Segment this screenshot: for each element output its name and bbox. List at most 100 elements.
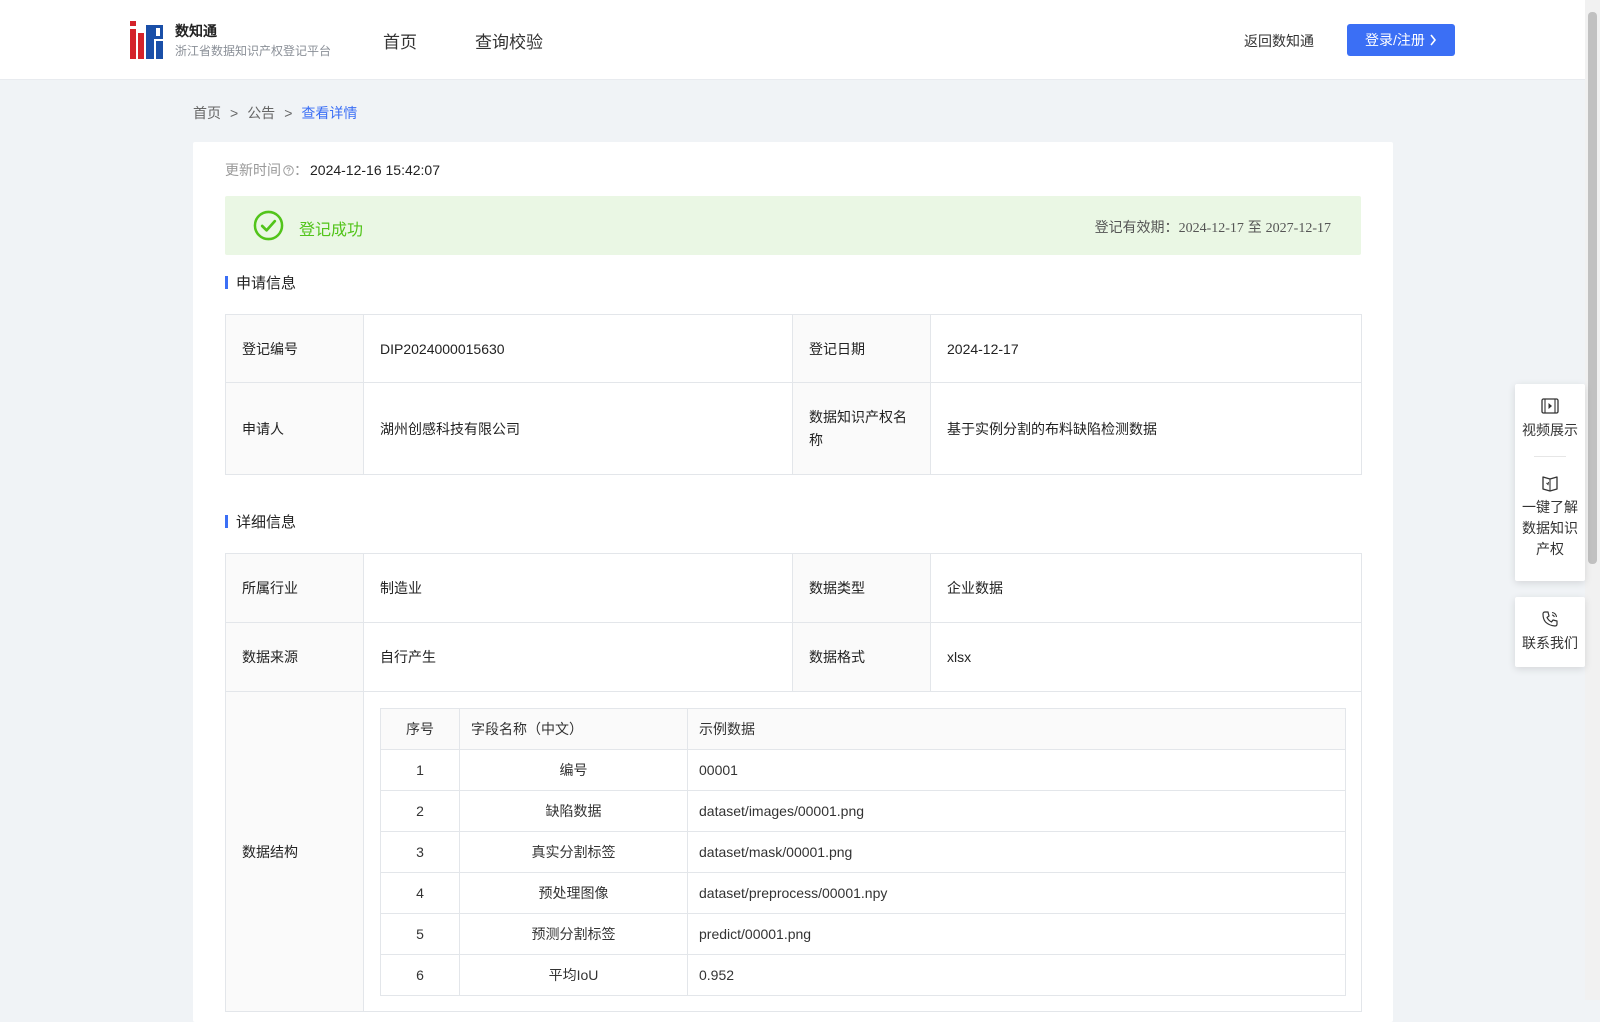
side-panel-bottom: 联系我们	[1515, 597, 1585, 667]
reg-date-label: 登记日期	[792, 314, 931, 383]
row-sample: 00001	[687, 749, 1346, 791]
breadcrumb-notice[interactable]: 公告	[247, 105, 275, 121]
applicant-label: 申请人	[225, 382, 364, 475]
table-row: 所属行业 制造业 数据类型 企业数据	[225, 553, 1362, 623]
validity-period: 登记有效期：2024-12-17 至 2027-12-17	[1095, 217, 1331, 237]
format-value: xlsx	[930, 622, 1362, 692]
row-sample: 0.952	[687, 954, 1346, 996]
scrollbar-thumb[interactable]	[1588, 12, 1597, 564]
side-video-label: 视频展示	[1522, 422, 1578, 438]
section-title-text: 详细信息	[236, 514, 297, 531]
industry-value: 制造业	[363, 553, 793, 623]
top-header: 数知通 浙江省数据知识产权登记平台 首页 查询校验 返回数知通 登录/注册	[0, 0, 1585, 80]
structure-header-index: 序号	[380, 708, 460, 750]
validity-end: 2027-12-17	[1265, 221, 1331, 236]
brand-subtitle: 浙江省数据知识产权登记平台	[175, 44, 332, 58]
detail-card: 更新时间 ： 2024-12-16 15:42:07 登记成功 登记有效期：20…	[193, 142, 1393, 1022]
side-contact-label: 联系我们	[1522, 635, 1578, 651]
row-sample: dataset/mask/00001.png	[687, 831, 1346, 873]
table-row: 申请人 湖州创感科技有限公司 数据知识产权名称 基于实例分割的布料缺陷检测数据	[225, 382, 1362, 475]
section-title-text: 申请信息	[236, 275, 297, 292]
data-type-value: 企业数据	[930, 553, 1362, 623]
breadcrumb-separator: >	[284, 105, 293, 121]
validity-label: 登记有效期：	[1094, 219, 1179, 235]
return-link[interactable]: 返回数知通	[1244, 31, 1314, 51]
detail-info-table: 所属行业 制造业 数据类型 企业数据 数据来源 自行产生 数据格式 xlsx 数…	[225, 553, 1362, 1012]
nav-query-verify[interactable]: 查询校验	[475, 28, 543, 53]
row-sample: predict/00001.png	[687, 913, 1346, 955]
table-row: 4 预处理图像 dataset/preprocess/00001.npy	[380, 872, 1346, 914]
row-index: 6	[380, 954, 460, 996]
section-title-detail: 详细信息	[225, 511, 296, 532]
side-video-button[interactable]: 视频展示	[1515, 384, 1585, 456]
row-sample: dataset/preprocess/00001.npy	[687, 872, 1346, 914]
validity-start: 2024-12-17	[1178, 221, 1244, 236]
row-index: 1	[380, 749, 460, 791]
row-field: 缺陷数据	[459, 790, 688, 832]
application-info-table: 登记编号 DIP2024000015630 登记日期 2024-12-17 申请…	[225, 314, 1362, 475]
row-index: 3	[380, 831, 460, 873]
row-index: 5	[380, 913, 460, 955]
update-time-value: 2024-12-16 15:42:07	[310, 162, 440, 178]
table-row: 数据结构 序号 字段名称（中文） 示例数据 1 编号 00001 2 缺陷数据 …	[225, 691, 1362, 1012]
reg-no-label: 登记编号	[225, 314, 364, 383]
table-row: 5 预测分割标签 predict/00001.png	[380, 913, 1346, 955]
data-structure-table: 序号 字段名称（中文） 示例数据 1 编号 00001 2 缺陷数据 datas…	[380, 708, 1346, 996]
structure-cell: 序号 字段名称（中文） 示例数据 1 编号 00001 2 缺陷数据 datas…	[363, 691, 1362, 1012]
row-field: 预测分割标签	[459, 913, 688, 955]
chevron-right-icon	[1430, 34, 1436, 46]
phone-icon	[1542, 611, 1558, 627]
table-row: 3 真实分割标签 dataset/mask/00001.png	[380, 831, 1346, 873]
ip-name-label: 数据知识产权名称	[792, 382, 931, 475]
side-panel-top: 视频展示 一键了解 数据知识 产权	[1515, 384, 1585, 581]
side-learn-button[interactable]: 一键了解 数据知识 产权	[1515, 457, 1585, 560]
breadcrumb-separator: >	[230, 105, 239, 121]
table-row: 2 缺陷数据 dataset/images/00001.png	[380, 790, 1346, 832]
question-circle-icon[interactable]	[283, 164, 294, 176]
side-learn-label-1: 一键了解	[1522, 499, 1578, 515]
update-time-colon: ：	[294, 162, 308, 178]
logo-icon[interactable]	[130, 21, 165, 59]
structure-header-row: 序号 字段名称（中文） 示例数据	[380, 708, 1346, 750]
structure-header-sample: 示例数据	[687, 708, 1346, 750]
row-sample: dataset/images/00001.png	[687, 790, 1346, 832]
side-learn-label-3: 产权	[1536, 541, 1564, 557]
row-field: 真实分割标签	[459, 831, 688, 873]
page-scrollbar[interactable]	[1585, 0, 1600, 1000]
validity-to: 至	[1247, 219, 1262, 235]
industry-label: 所属行业	[225, 553, 364, 623]
ip-name-value: 基于实例分割的布料缺陷检测数据	[930, 382, 1362, 475]
status-banner: 登记成功 登记有效期：2024-12-17 至 2027-12-17	[225, 196, 1361, 255]
table-row: 登记编号 DIP2024000015630 登记日期 2024-12-17	[225, 314, 1362, 383]
section-marker	[225, 276, 228, 289]
login-register-button[interactable]: 登录/注册	[1347, 24, 1455, 56]
reg-no-value: DIP2024000015630	[363, 314, 793, 383]
row-field: 预处理图像	[459, 872, 688, 914]
nav-home[interactable]: 首页	[383, 28, 417, 53]
update-time: 更新时间 ： 2024-12-16 15:42:07	[225, 160, 440, 180]
book-icon	[1542, 476, 1558, 492]
login-label: 登录/注册	[1365, 32, 1425, 48]
row-field: 编号	[459, 749, 688, 791]
breadcrumb-current: 查看详情	[301, 105, 358, 121]
structure-label: 数据结构	[225, 691, 364, 1012]
breadcrumb-home[interactable]: 首页	[193, 105, 221, 121]
row-field: 平均IoU	[459, 954, 688, 996]
section-title-application: 申请信息	[225, 272, 296, 293]
reg-date-value: 2024-12-17	[930, 314, 1362, 383]
brand-name: 数知通	[175, 23, 217, 39]
source-label: 数据来源	[225, 622, 364, 692]
video-icon	[1541, 398, 1559, 414]
table-row: 数据来源 自行产生 数据格式 xlsx	[225, 622, 1362, 692]
table-row: 1 编号 00001	[380, 749, 1346, 791]
row-index: 4	[380, 872, 460, 914]
side-contact-button[interactable]: 联系我们	[1515, 597, 1585, 654]
breadcrumb: 首页 > 公告 > 查看详情	[193, 103, 357, 123]
source-value: 自行产生	[363, 622, 793, 692]
row-index: 2	[380, 790, 460, 832]
applicant-value: 湖州创感科技有限公司	[363, 382, 793, 475]
table-row: 6 平均IoU 0.952	[380, 954, 1346, 996]
update-time-label: 更新时间	[225, 162, 281, 178]
side-learn-label-2: 数据知识	[1522, 520, 1578, 536]
data-type-label: 数据类型	[792, 553, 931, 623]
